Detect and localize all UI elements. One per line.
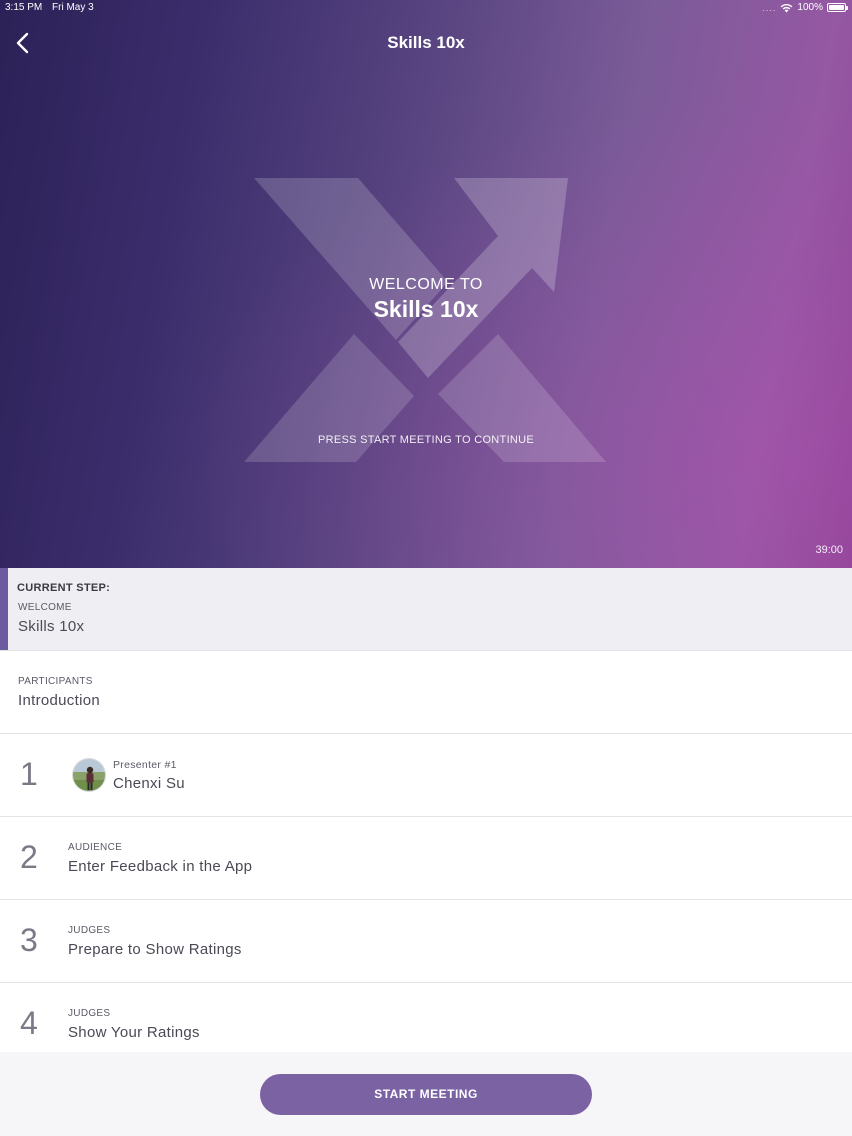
status-bar: 3:15 PM Fri May 3 .... 100%	[0, 0, 852, 16]
bottom-action-bar: START MEETING	[0, 1052, 852, 1136]
status-date: Fri May 3	[52, 2, 94, 13]
battery-percent: 100%	[797, 2, 823, 13]
press-start-hint: PRESS START MEETING TO CONTINUE	[317, 434, 535, 446]
avatar	[72, 758, 106, 792]
battery-icon	[827, 3, 848, 12]
start-meeting-button[interactable]: START MEETING	[260, 1074, 592, 1115]
meeting-timer: 39:00	[815, 544, 843, 556]
current-step-row[interactable]: CURRENT STEP: WELCOME Skills 10x	[0, 568, 852, 651]
list-item-step-4[interactable]: 4 JUDGES Show Your Ratings	[0, 983, 852, 1052]
list-item-step-3[interactable]: 3 JUDGES Prepare to Show Ratings	[0, 900, 852, 983]
list-item-step-1[interactable]: 1 Presenter #1 Chenxi Su	[0, 734, 852, 817]
nav-title: Skills 10x	[387, 33, 465, 52]
step-title: Chenxi Su	[113, 775, 185, 792]
step-title: Prepare to Show Ratings	[68, 941, 242, 958]
step-kicker: PARTICIPANTS	[18, 676, 93, 687]
agenda-step-list: CURRENT STEP: WELCOME Skills 10x PARTICI…	[0, 568, 852, 1052]
hero-banner: 3:15 PM Fri May 3 .... 100% Skills 10x W…	[0, 0, 852, 568]
step-title: Enter Feedback in the App	[68, 858, 253, 875]
current-step-label: CURRENT STEP:	[17, 582, 111, 594]
step-title: Introduction	[18, 692, 100, 709]
meeting-screen: 3:15 PM Fri May 3 .... 100% Skills 10x W…	[0, 0, 852, 1136]
cellular-signal-icon: ....	[762, 2, 777, 13]
welcome-pretitle: WELCOME TO	[369, 276, 483, 293]
step-title: Skills 10x	[18, 618, 85, 635]
step-number: 1	[20, 756, 38, 792]
step-number: 4	[20, 1005, 38, 1041]
step-kicker: AUDIENCE	[68, 842, 123, 853]
presenter-avatar-icon	[73, 759, 105, 791]
step-kicker: JUDGES	[68, 925, 111, 936]
step-number: 2	[20, 839, 38, 875]
step-kicker: Presenter #1	[113, 759, 177, 771]
status-time: 3:15 PM	[5, 2, 43, 13]
welcome-title: Skills 10x	[373, 296, 479, 322]
wifi-icon	[781, 3, 793, 12]
status-indicators: .... 100%	[762, 2, 848, 13]
current-step-indicator	[0, 568, 8, 650]
step-kicker: JUDGES	[68, 1008, 111, 1019]
step-kicker: WELCOME	[18, 602, 72, 613]
step-number: 3	[20, 922, 38, 958]
list-item-participants[interactable]: PARTICIPANTS Introduction	[0, 651, 852, 734]
list-item-step-2[interactable]: 2 AUDIENCE Enter Feedback in the App	[0, 817, 852, 900]
step-title: Show Your Ratings	[68, 1024, 200, 1041]
